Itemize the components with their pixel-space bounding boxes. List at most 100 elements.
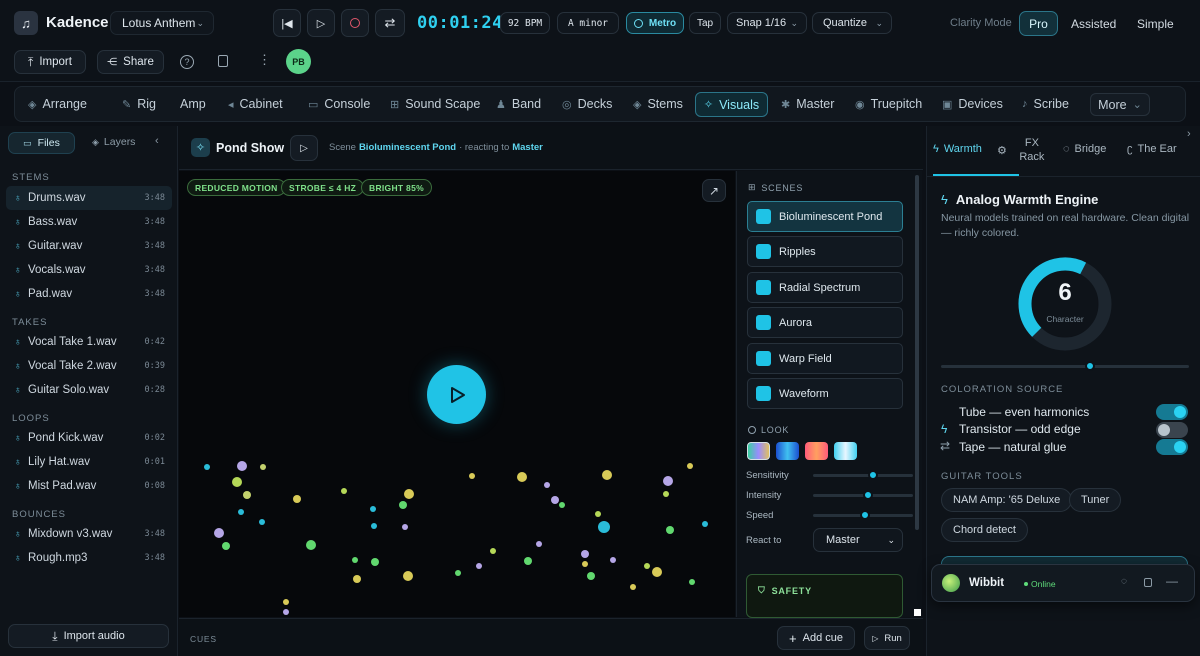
file-pond-kick[interactable]: ♁ Pond Kick.wav 0:02 — [6, 426, 172, 450]
speed-slider[interactable] — [813, 510, 913, 520]
sensitivity-slider[interactable] — [813, 470, 913, 480]
add-cue-button[interactable]: + Add cue — [777, 626, 855, 650]
scene-bioluminescent-pond[interactable]: Bioluminescent Pond — [747, 201, 903, 232]
run-button[interactable]: ▷ Run — [864, 626, 910, 650]
stage-play-button[interactable]: ▷ — [290, 135, 318, 161]
avatar[interactable]: PB — [286, 49, 311, 74]
react-to-select[interactable]: Master ⌄ — [813, 528, 903, 552]
tab-truepitch[interactable]: ◉ Truepitch — [855, 87, 922, 121]
lock-icon[interactable] — [1144, 578, 1152, 587]
file-vocals[interactable]: ♁ Vocals.wav 3:48 — [6, 258, 172, 282]
record-button[interactable] — [341, 9, 369, 37]
look-swatch-3[interactable] — [805, 442, 828, 460]
tab-decks[interactable]: ◎ Decks — [562, 87, 612, 121]
look-swatch-2[interactable] — [776, 442, 799, 460]
look-swatch-4[interactable] — [834, 442, 857, 460]
more-vertical-icon[interactable]: ⋮ — [258, 52, 271, 68]
metronome-toggle[interactable]: Metro — [626, 12, 684, 34]
clarity-assisted-button[interactable]: Assisted — [1071, 17, 1116, 31]
snap-select[interactable]: Snap 1/16 ⌄ — [727, 12, 807, 34]
tape-toggle[interactable] — [1156, 439, 1188, 455]
assistant-widget[interactable]: Wibbit Online ◌ — — [931, 564, 1195, 602]
nam-amp-chip[interactable]: NAM Amp: '65 Deluxe — [941, 488, 1073, 512]
tab-visuals[interactable]: ✧ Visuals — [695, 92, 768, 117]
project-select[interactable]: Lotus Anthem ⌄ — [110, 11, 214, 35]
tab-stems[interactable]: ◈ Stems — [633, 87, 683, 121]
slider-knob[interactable] — [863, 490, 873, 500]
tab-master[interactable]: ✱ Master — [781, 87, 834, 121]
tab-files[interactable]: ▭ Files — [8, 132, 75, 154]
slider-knob[interactable] — [868, 470, 878, 480]
tab-layers[interactable]: ◈ Layers — [92, 136, 135, 148]
tab-arrange[interactable]: ◈ Arrange — [28, 87, 87, 121]
slider-knob[interactable] — [860, 510, 870, 520]
share-button[interactable]: ⋲ Share — [97, 50, 164, 74]
tap-tempo-button[interactable]: Tap — [689, 12, 721, 34]
file-vocal-take-2[interactable]: ♁ Vocal Take 2.wav 0:39 — [6, 354, 172, 378]
intensity-slider[interactable] — [813, 490, 913, 500]
tab-the-ear[interactable]: ʗ The Ear — [1127, 143, 1177, 155]
clarity-simple-button[interactable]: Simple — [1137, 17, 1174, 31]
key-display[interactable]: A minor — [557, 12, 619, 34]
look-swatch-1[interactable] — [747, 442, 770, 460]
tube-toggle[interactable] — [1156, 404, 1188, 420]
scene-ripples[interactable]: Ripples — [747, 236, 903, 267]
scene-radial-spectrum[interactable]: Radial Spectrum — [747, 272, 903, 303]
section-title: BOUNCES — [12, 509, 66, 520]
scene-aurora[interactable]: Aurora — [747, 307, 903, 338]
collapse-sidebar-icon[interactable]: ‹ — [155, 135, 159, 147]
chord-detect-chip[interactable]: Chord detect — [941, 518, 1028, 542]
chevron-right-icon[interactable]: › — [1187, 128, 1191, 140]
clarity-pro-button[interactable]: Pro — [1019, 11, 1058, 36]
file-rough[interactable]: ♁ Rough.mp3 3:48 — [6, 546, 172, 570]
tab-band[interactable]: ♟ Band — [496, 87, 541, 121]
tab-devices[interactable]: ▣ Devices — [942, 87, 1003, 121]
tab-bridge[interactable]: ◌ Bridge — [1063, 143, 1106, 155]
tab-fx-rack[interactable]: ⚙ FX Rack — [997, 136, 1047, 164]
tuner-chip[interactable]: Tuner — [1069, 488, 1122, 512]
rewind-button[interactable]: |◀ — [273, 9, 301, 37]
visual-stage[interactable]: ↗ — [179, 171, 735, 617]
file-guitar-solo[interactable]: ♁ Guitar Solo.wav 0:28 — [6, 378, 172, 402]
file-bass[interactable]: ♁ Bass.wav 3:48 — [6, 210, 172, 234]
tab-amp[interactable]: Amp — [180, 87, 206, 121]
file-lily-hat[interactable]: ♁ Lily Hat.wav 0:01 — [6, 450, 172, 474]
stage-play-overlay-button[interactable] — [427, 365, 486, 424]
tab-warmth[interactable]: ϟ Warmth — [933, 143, 982, 155]
play-button[interactable]: ▷ — [307, 9, 335, 37]
file-drums[interactable]: ♁ Drums.wav 3:48 — [6, 186, 172, 210]
character-slider[interactable] — [941, 361, 1189, 371]
look-title: LOOK — [761, 425, 790, 435]
tab-rig[interactable]: ✎ Rig — [122, 87, 156, 121]
pin-icon[interactable]: ◌ — [1121, 576, 1127, 587]
chevron-down-icon: ⌄ — [196, 17, 204, 28]
tab-sound-scape[interactable]: ⊞ Sound Scape — [390, 87, 480, 121]
tab-cabinet[interactable]: ◂ Cabinet — [228, 87, 283, 121]
file-vocal-take-1[interactable]: ♁ Vocal Take 1.wav 0:42 — [6, 330, 172, 354]
help-icon[interactable]: ? — [180, 55, 194, 69]
gear-icon: ⚙ — [997, 144, 1007, 157]
slider-knob[interactable] — [1084, 361, 1095, 371]
scenes-scrollbar[interactable] — [915, 175, 919, 530]
bpm-display[interactable]: 92 BPM — [500, 12, 550, 34]
minimize-icon[interactable]: — — [1166, 574, 1178, 588]
file-pad[interactable]: ♁ Pad.wav 3:48 — [6, 282, 172, 306]
fullscreen-button[interactable]: ↗ — [702, 179, 726, 202]
loop-button[interactable]: ⇄ — [375, 9, 405, 37]
lock-icon[interactable] — [218, 55, 228, 67]
scene-waveform[interactable]: Waveform — [747, 378, 903, 409]
file-guitar[interactable]: ♁ Guitar.wav 3:48 — [6, 234, 172, 258]
import-audio-button[interactable]: ⤓ Import audio — [8, 624, 169, 648]
file-mist-pad[interactable]: ♁ Mist Pad.wav 0:08 — [6, 474, 172, 498]
scene-warp-field[interactable]: Warp Field — [747, 343, 903, 374]
import-label: Import — [39, 56, 72, 68]
transistor-toggle[interactable] — [1156, 422, 1188, 438]
quantize-select[interactable]: Quantize ⌄ — [812, 12, 892, 34]
tab-console[interactable]: ▭ Console — [308, 87, 370, 121]
file-name: Mist Pad.wav — [28, 480, 97, 492]
file-mixdown-v3[interactable]: ♁ Mixdown v3.wav 3:48 — [6, 522, 172, 546]
resize-handle[interactable] — [914, 609, 921, 616]
tab-scribe[interactable]: ♪ Scribe — [1022, 87, 1069, 121]
import-button[interactable]: ⤒ Import — [14, 50, 86, 74]
more-menu[interactable]: More ⌄ — [1090, 93, 1150, 116]
